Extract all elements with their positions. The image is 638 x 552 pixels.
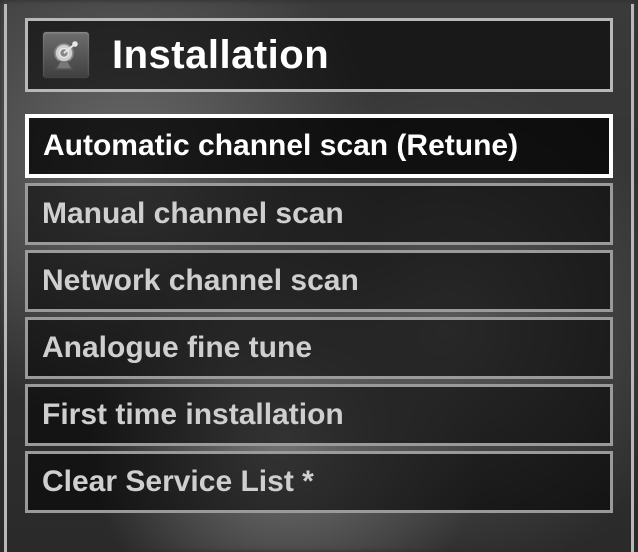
title-bar: Installation xyxy=(25,18,613,92)
menu-item-analogue-fine-tune[interactable]: Analogue fine tune xyxy=(25,317,613,379)
menu-item-clear-service-list[interactable]: Clear Service List * xyxy=(25,451,613,513)
menu-item-label: Manual channel scan xyxy=(42,197,344,230)
menu-item-auto-scan[interactable]: Automatic channel scan (Retune) xyxy=(25,114,613,178)
menu-item-label: Analogue fine tune xyxy=(42,331,312,364)
page-title: Installation xyxy=(112,33,329,78)
menu-panel: Installation Automatic channel scan (Ret… xyxy=(7,4,631,523)
menu-panel-frame: Installation Automatic channel scan (Ret… xyxy=(4,4,634,552)
menu-item-manual-scan[interactable]: Manual channel scan xyxy=(25,183,613,245)
dish-icon xyxy=(42,31,90,79)
menu-item-label: Clear Service List * xyxy=(42,465,314,498)
menu-item-label: First time installation xyxy=(42,398,344,431)
menu-item-network-scan[interactable]: Network channel scan xyxy=(25,250,613,312)
menu-list: Automatic channel scan (Retune) Manual c… xyxy=(25,114,613,513)
menu-item-first-time-install[interactable]: First time installation xyxy=(25,384,613,446)
menu-item-label: Automatic channel scan (Retune) xyxy=(43,129,518,162)
menu-item-label: Network channel scan xyxy=(42,264,359,297)
